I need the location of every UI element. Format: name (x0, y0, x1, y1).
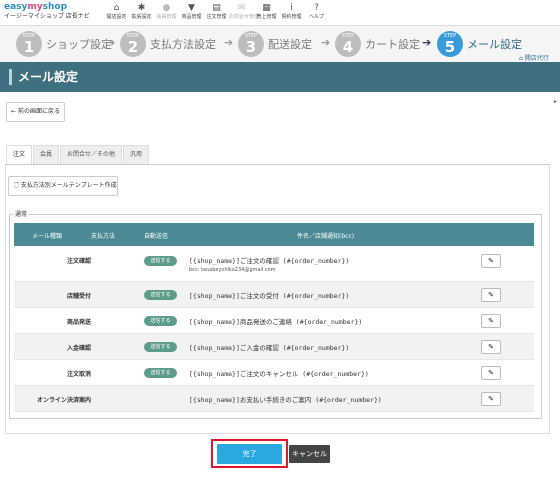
top-bar: easymyshop イージーマイショップ 店長ナビ ⌂ 開店設定 ✱ 拡張設定 ●… (0, 0, 560, 26)
back-button[interactable]: ← 前の画面に戻る (6, 102, 65, 122)
mail-subject: [{shop_name}]商品発送のご連絡 (#{order_number}) (189, 318, 363, 326)
edit-button[interactable]: ✎ (481, 392, 501, 406)
step-label: メール設定 (467, 38, 522, 51)
payment-method: - (86, 343, 89, 350)
table-row: 店舗受付 - 送信する [{shop_name}]ご注文の受付 (#{order… (14, 282, 534, 308)
nav-item-members[interactable]: ● 会員管理 (154, 2, 179, 24)
edit-button[interactable]: ✎ (481, 254, 501, 268)
step-label: 支払方法設定 (150, 38, 216, 51)
help-icon: ? (314, 3, 319, 13)
auto-send-badge: 送信する (144, 290, 177, 300)
payment-method: - (86, 256, 89, 263)
mail-type: オンライン決済案内 (36, 397, 91, 404)
nav-item-help[interactable]: ? ヘルプ (304, 2, 329, 24)
payment-method: - (86, 317, 89, 324)
document-icon: ▤ (212, 3, 221, 13)
auto-send-badge: 送信する (144, 342, 177, 352)
gear-icon: ✱ (137, 3, 146, 13)
payment-method: - (86, 395, 89, 402)
edit-button[interactable]: ✎ (481, 340, 501, 354)
col-auto-send: 自動送信 (144, 233, 169, 240)
pencil-icon: ✎ (488, 395, 494, 403)
pencil-icon: ✎ (488, 317, 494, 325)
arrow-right-icon: ➔ (224, 36, 234, 49)
col-mail-type: メール種類 (32, 233, 63, 240)
mail-tabs: 注文 会員 お問合せ／その他 汎用 (6, 145, 150, 165)
envelope-icon: ✉ (237, 3, 246, 13)
tab-member[interactable]: 会員 (33, 145, 60, 164)
col-subject: 件名／店舗通知(bcc) (297, 233, 355, 240)
group-label: 通常 (14, 209, 29, 218)
scroll-indicator-icon[interactable]: ▸ (554, 98, 557, 105)
page-title-bar: メール設定 (0, 62, 560, 92)
nav-item-contract[interactable]: i 契約管理 (279, 2, 304, 24)
edit-button[interactable]: ✎ (481, 366, 501, 380)
nav-item-orders[interactable]: ▤ 注文管理 (204, 2, 229, 24)
step-2[interactable]: STEP 2 支払方法設定 (120, 30, 216, 58)
user-icon: ● (162, 3, 171, 13)
step-label: カート設定 (365, 38, 420, 51)
tab-order[interactable]: 注文 (6, 145, 33, 165)
home-icon: ⌂ (519, 55, 523, 62)
create-template-button[interactable]: 🗋 支払方法別メールテンプレート作成 (8, 176, 118, 196)
table-header: メール種類 支払方法 自動送信 件名／店舗通知(bcc) (14, 223, 534, 246)
arrow-right-icon: ➔ (422, 36, 432, 49)
mail-subject: [{shop_name}]ご注文のキャンセル (#{order_number}) (189, 370, 369, 378)
pencil-icon: ✎ (488, 369, 494, 377)
store-link[interactable]: ⌂ 開店代行 (519, 53, 549, 62)
table-row: 入金確認 - 送信する [{shop_name}]ご入金の確認 (#{order… (14, 334, 534, 360)
calculator-icon: ▦ (262, 3, 271, 13)
arrow-right-icon: ➔ (321, 36, 331, 49)
auto-send-badge: 送信する (144, 316, 177, 326)
logo-subtitle: イージーマイショップ 店長ナビ (4, 13, 90, 20)
tab-general[interactable]: 汎用 (123, 145, 150, 164)
edit-button[interactable]: ✎ (481, 314, 501, 328)
main-nav: ⌂ 開店設定 ✱ 拡張設定 ● 会員管理 ▼ 商品管理 ▤ 注文管理 ✉ お問合せ管理 ▦ 売… (104, 2, 329, 24)
table-row: 注文確認 - 送信する [{shop_name}]ご注文の確認 (#{order… (14, 246, 534, 282)
table-row: 商品発送 - 送信する [{shop_name}]商品発送のご連絡 (#{ord… (14, 308, 534, 334)
payment-method: - (86, 291, 89, 298)
setup-steps: STEP 1 ショップ設定 ➔ STEP 2 支払方法設定 ➔ STEP 3 配送設定… (0, 26, 560, 62)
step-5[interactable]: STEP 5 メール設定 (437, 30, 522, 58)
nav-item-sales[interactable]: ▦ 売上管理 (254, 2, 279, 24)
pencil-icon: ✎ (488, 257, 494, 265)
auto-send-badge: 送信する (144, 256, 177, 266)
nav-item-extension[interactable]: ✱ 拡張設定 (129, 2, 154, 24)
payment-method: - (86, 369, 89, 376)
nav-item-inquiries[interactable]: ✉ お問合せ管理 (229, 2, 259, 24)
mail-subject: [{shop_name}]ご注文の確認 (#{order_number}) (189, 257, 350, 265)
step-3[interactable]: STEP 3 配送設定 (238, 30, 312, 58)
col-payment: 支払方法 (91, 233, 116, 240)
shirt-icon: ▼ (188, 3, 195, 13)
home-icon: ⌂ (113, 3, 120, 13)
mail-subject: [{shop_name}]お支払い手続きのご案内 (#{order_number… (189, 396, 382, 404)
auto-send-badge: 送信する (144, 368, 177, 378)
step-1[interactable]: STEP 1 ショップ設定 (16, 30, 112, 58)
document-icon: 🗋 (14, 182, 19, 189)
edit-button[interactable]: ✎ (481, 288, 501, 302)
logo-text: easymyshop (4, 2, 68, 12)
done-button[interactable]: 完了 (217, 444, 282, 464)
page-title: メール設定 (18, 70, 79, 84)
pencil-icon: ✎ (488, 291, 494, 299)
info-icon: i (290, 3, 293, 13)
cancel-button[interactable]: キャンセル (289, 445, 330, 463)
table-row: 注文取消 - 送信する [{shop_name}]ご注文のキャンセル (#{or… (14, 360, 534, 386)
nav-item-products[interactable]: ▼ 商品管理 (179, 2, 204, 24)
tab-inquiry[interactable]: お問合せ／その他 (60, 145, 123, 164)
mail-subject: [{shop_name}]ご注文の受付 (#{order_number}) (189, 292, 350, 300)
table-row: オンライン決済案内 - [{shop_name}]お支払い手続きのご案内 (#{… (14, 386, 534, 412)
step-4[interactable]: STEP 4 カート設定 (335, 30, 420, 58)
nav-item-store-setup[interactable]: ⌂ 開店設定 (104, 2, 129, 24)
bcc-address: bcc: tanabeyohiko234@gmail.com (189, 267, 276, 273)
step-label: 配送設定 (268, 38, 312, 51)
logo[interactable]: easymyshop イージーマイショップ 店長ナビ (4, 2, 94, 21)
arrow-left-icon: ← (11, 108, 17, 115)
pencil-icon: ✎ (488, 343, 494, 351)
step-label: ショップ設定 (46, 38, 112, 51)
arrow-right-icon: ➔ (106, 36, 116, 49)
mail-subject: [{shop_name}]ご入金の確認 (#{order_number}) (189, 344, 350, 352)
